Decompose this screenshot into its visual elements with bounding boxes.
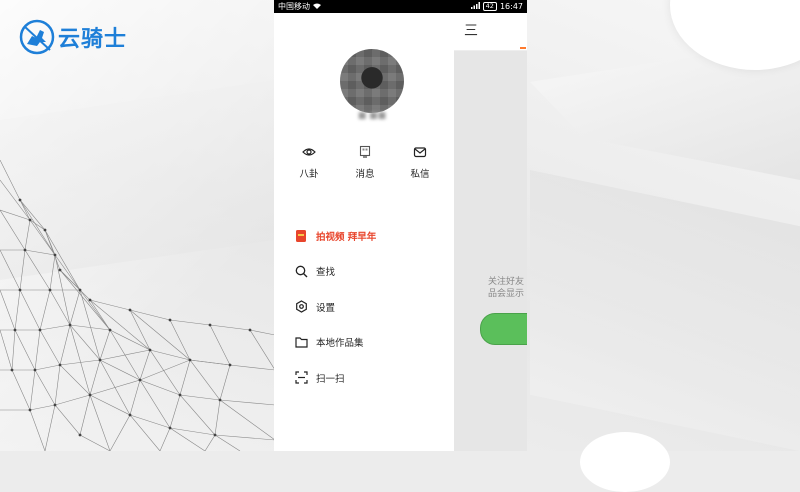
- signal-icon: [470, 2, 480, 11]
- quick-action-gossip[interactable]: 八卦: [289, 145, 329, 180]
- side-drawer: ■ ■■ 八卦 消息 私信 拍视频 拜早年 查找 设置 本地作品集 扫一扫: [274, 13, 454, 451]
- quick-action-label: 私信: [410, 169, 430, 180]
- background-feed-panel: 三 关注好友 品会显示: [454, 13, 527, 451]
- red-envelope-icon: [294, 229, 308, 243]
- battery-icon: 42: [482, 2, 497, 11]
- quick-action-messages[interactable]: 消息: [345, 145, 385, 180]
- carrier-label: 中国移动: [278, 2, 310, 11]
- menu-item-search[interactable]: 查找: [294, 254, 454, 290]
- feed-header: 三: [454, 13, 527, 51]
- knight-logo-icon: [19, 19, 55, 55]
- menu-item-local-works[interactable]: 本地作品集: [294, 325, 454, 361]
- status-bar: 中国移动 42 16:47: [274, 0, 527, 13]
- clock-time: 16:47: [499, 2, 523, 11]
- tab-indicator: [520, 47, 526, 49]
- menu-item-promo-video[interactable]: 拍视频 拜早年: [294, 218, 454, 254]
- menu-icon[interactable]: 三: [464, 24, 478, 38]
- menu-item-label: 查找: [316, 267, 336, 279]
- wifi-icon: [313, 2, 321, 11]
- quick-action-label: 消息: [355, 169, 375, 180]
- quick-action-label: 八卦: [299, 169, 319, 180]
- battery-level: 42: [485, 2, 494, 10]
- logo-text: 云骑士: [58, 27, 128, 52]
- avatar[interactable]: [340, 49, 404, 113]
- folder-icon: [294, 335, 308, 349]
- settings-icon: [294, 300, 308, 314]
- menu-item-settings[interactable]: 设置: [294, 289, 454, 325]
- mesh-network-decoration: [0, 160, 275, 451]
- scan-icon: [294, 371, 308, 385]
- menu-item-label: 拍视频 拜早年: [316, 231, 377, 243]
- yunqishi-logo: 云骑士: [18, 18, 127, 56]
- menu-item-label: 本地作品集: [316, 338, 364, 350]
- mail-icon: [413, 147, 427, 158]
- quick-action-private-messages[interactable]: 私信: [400, 145, 440, 180]
- empty-feed-line: 关注好友: [488, 277, 525, 287]
- decorative-circle: [580, 432, 670, 492]
- menu-item-scan[interactable]: 扫一扫: [294, 360, 454, 396]
- username[interactable]: ■ ■■: [332, 111, 412, 121]
- empty-feed-line: 品会显示: [488, 289, 525, 299]
- green-action-button[interactable]: [480, 313, 527, 345]
- phone-screen: 中国移动 42 16:47 ■ ■■ 八卦 消息 私信 拍视频 拜早年 查找 设…: [274, 0, 527, 451]
- empty-feed-text: 关注好友 品会显示: [488, 276, 527, 300]
- drawer-menu: 拍视频 拜早年 查找 设置 本地作品集 扫一扫: [294, 218, 454, 396]
- menu-item-label: 设置: [316, 302, 336, 314]
- menu-item-label: 扫一扫: [316, 373, 345, 385]
- eye-icon: [302, 148, 316, 156]
- message-icon: [359, 145, 371, 158]
- search-icon: [294, 264, 308, 278]
